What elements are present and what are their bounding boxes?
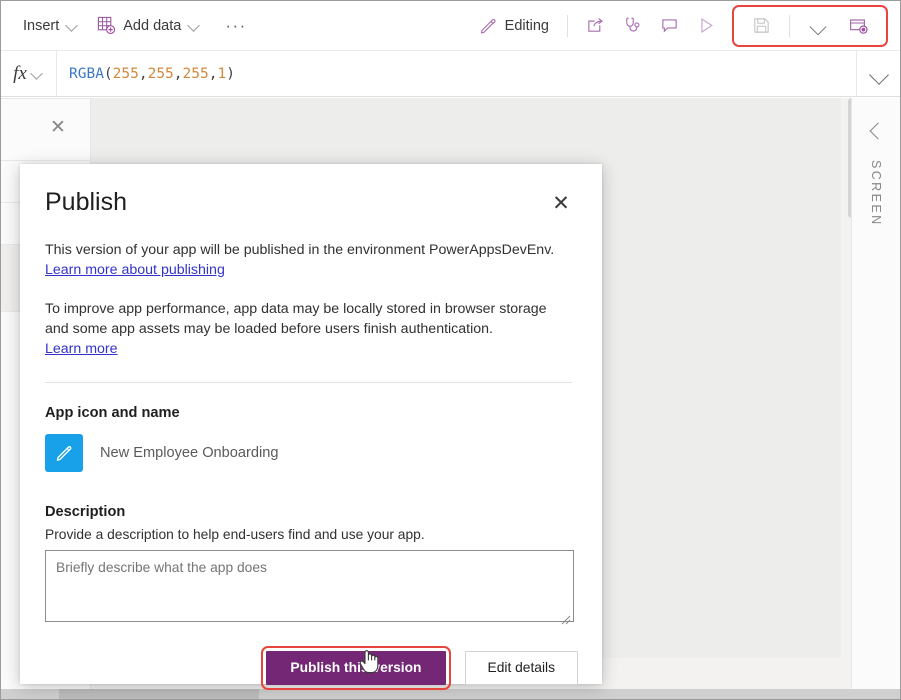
pencil-app-icon xyxy=(45,434,83,472)
chevron-down-icon xyxy=(188,19,201,32)
chevron-down-icon xyxy=(810,17,827,34)
description-input[interactable] xyxy=(45,550,574,622)
performance-notice-text: To improve app performance, app data may… xyxy=(45,299,565,340)
preview-app-button[interactable] xyxy=(689,9,724,43)
editing-label: Editing xyxy=(505,18,549,34)
formula-arg-3: 1 xyxy=(217,66,226,82)
comment-icon xyxy=(660,16,679,35)
publish-button[interactable] xyxy=(838,9,878,43)
publish-this-version-button[interactable]: Publish this version xyxy=(266,651,445,685)
close-icon[interactable]: ✕ xyxy=(47,116,69,138)
insert-button[interactable]: Insert xyxy=(15,9,87,43)
chevron-down-icon xyxy=(66,19,79,32)
add-data-button[interactable]: Add data xyxy=(89,9,209,43)
formula-function-name: RGBA xyxy=(69,66,104,82)
save-icon xyxy=(752,16,771,35)
command-bar-right-group: Editing xyxy=(471,5,900,47)
save-options-dropdown-button[interactable] xyxy=(798,9,838,43)
fx-label: fx xyxy=(13,63,27,85)
formula-bar: fx RGBA(255, 255, 255, 1) xyxy=(1,51,900,97)
app-icon-and-name-row: New Employee Onboarding xyxy=(45,434,574,472)
description-help-text: Provide a description to help end-users … xyxy=(45,527,574,542)
dialog-divider xyxy=(45,382,572,383)
play-icon xyxy=(697,16,716,35)
command-bar: Insert Add data xyxy=(1,1,900,51)
table-add-icon xyxy=(97,16,116,35)
chevron-left-icon[interactable] xyxy=(865,120,887,142)
toolbar-divider xyxy=(567,15,568,37)
powerapps-studio-window: Insert Add data xyxy=(0,0,901,700)
chevron-down-icon xyxy=(869,64,889,84)
more-commands-button[interactable]: ··· xyxy=(211,9,260,43)
publish-icon xyxy=(848,16,868,36)
formula-close-paren: ) xyxy=(226,66,235,82)
formula-sep-1: , xyxy=(174,66,183,82)
formula-sep-2: , xyxy=(209,66,218,82)
formula-open-paren: ( xyxy=(104,66,113,82)
editing-mode-button[interactable]: Editing xyxy=(471,9,557,43)
share-button[interactable] xyxy=(578,9,613,43)
insert-label: Insert xyxy=(23,18,59,34)
screen-panel-label: SCREEN xyxy=(869,160,883,227)
formula-expand-button[interactable] xyxy=(856,51,900,96)
save-button[interactable] xyxy=(742,9,781,43)
chevron-down-icon xyxy=(31,67,44,80)
formula-arg-1: 255 xyxy=(148,66,174,82)
formula-property-selector[interactable]: fx xyxy=(1,51,57,96)
publish-button-highlight: Publish this version xyxy=(261,646,450,690)
formula-sep-0: , xyxy=(139,66,148,82)
share-icon xyxy=(586,16,605,35)
app-icon-section-title: App icon and name xyxy=(45,405,574,421)
app-name-value: New Employee Onboarding xyxy=(100,445,278,461)
properties-panel-collapsed: SCREEN xyxy=(851,98,900,689)
dialog-title: Publish xyxy=(45,190,127,215)
description-section-title: Description xyxy=(45,504,574,520)
formula-arg-0: 255 xyxy=(113,66,139,82)
pencil-icon xyxy=(479,16,498,35)
stethoscope-icon xyxy=(623,16,642,35)
save-publish-highlight-group xyxy=(732,5,888,47)
comments-button[interactable] xyxy=(652,9,687,43)
app-checker-button[interactable] xyxy=(615,9,650,43)
learn-more-about-publishing-link[interactable]: Learn more about publishing xyxy=(45,262,225,278)
command-bar-left-group: Insert Add data xyxy=(1,9,261,43)
add-data-label: Add data xyxy=(123,18,181,34)
close-icon[interactable]: ✕ xyxy=(548,190,574,216)
status-strip xyxy=(1,689,900,699)
formula-input[interactable]: RGBA(255, 255, 255, 1) xyxy=(57,51,856,96)
publish-dialog: Publish ✕ This version of your app will … xyxy=(20,164,602,684)
learn-more-link[interactable]: Learn more xyxy=(45,341,118,357)
overflow-dots-icon: ··· xyxy=(219,16,252,36)
save-group-divider xyxy=(789,15,790,37)
dialog-header: Publish ✕ xyxy=(45,190,574,216)
edit-details-button[interactable]: Edit details xyxy=(465,651,579,685)
dialog-button-row: Publish this version Edit details xyxy=(45,646,578,690)
publish-environment-text: This version of your app will be publish… xyxy=(45,240,565,261)
formula-arg-2: 255 xyxy=(183,66,209,82)
